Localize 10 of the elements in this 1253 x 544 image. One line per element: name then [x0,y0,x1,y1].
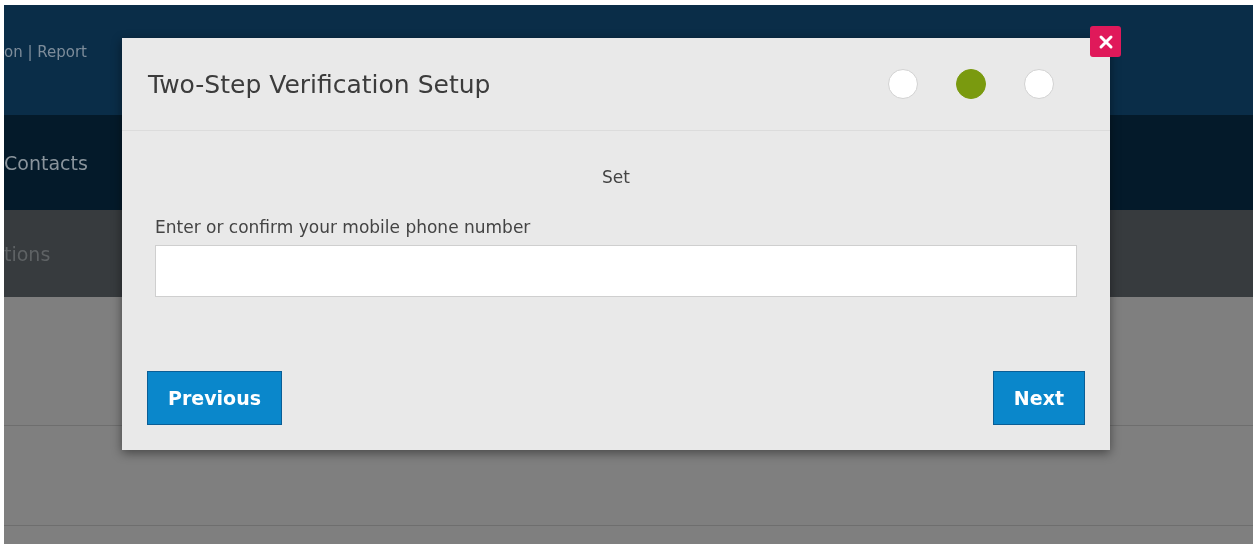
field-label: Enter or confirm your mobile phone number [155,217,531,237]
nav-item[interactable]: Contacts [4,151,88,174]
phone-input-field[interactable] [155,245,1077,297]
previous-button[interactable]: Previous [147,371,282,425]
step-label: Set [602,167,630,187]
dialog-title: Two-Step Verification Setup [148,69,491,99]
next-button[interactable]: Next [992,371,1085,425]
header-links[interactable]: on | Report [4,43,87,61]
close-button[interactable] [1090,26,1121,57]
close-icon [1097,33,1114,50]
